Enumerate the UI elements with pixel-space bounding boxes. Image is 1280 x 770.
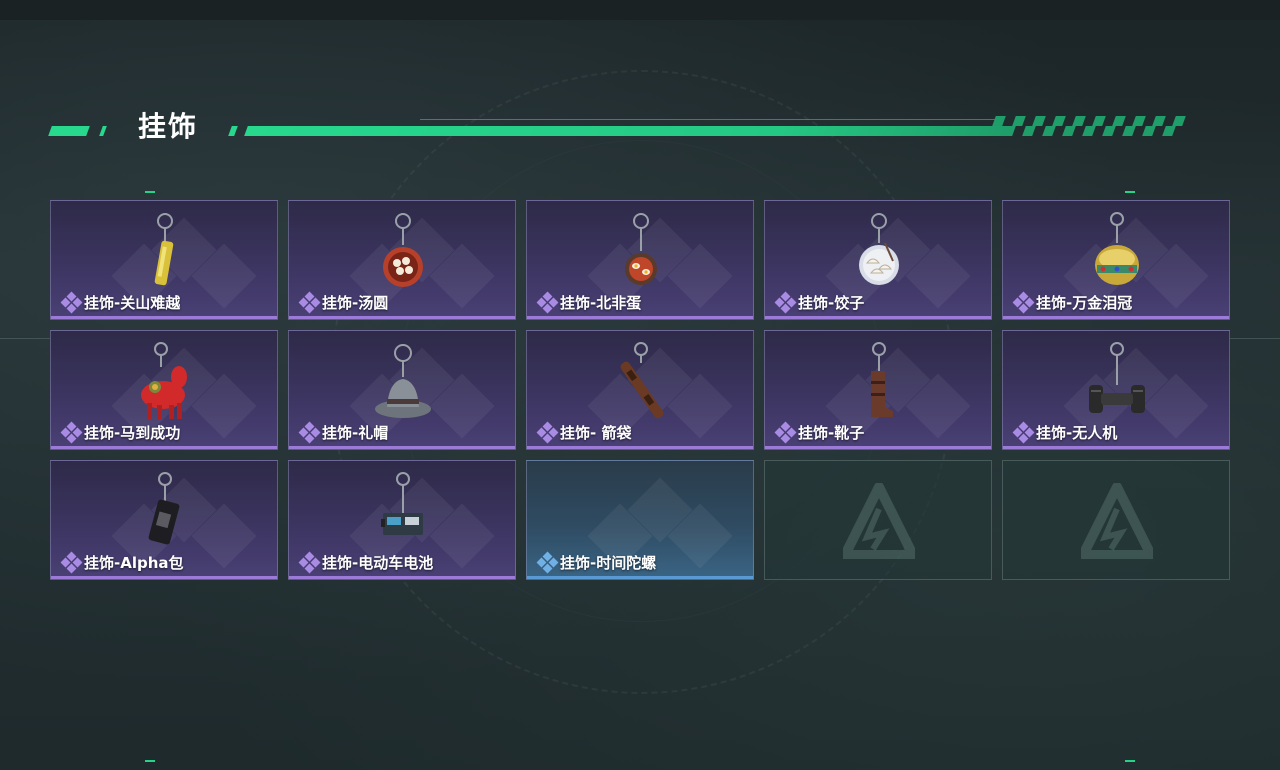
rarity-diamond-icon bbox=[298, 551, 321, 574]
header-accent-bar bbox=[99, 126, 107, 136]
rarity-diamond-icon bbox=[60, 291, 83, 314]
rarity-diamond-icon bbox=[1012, 291, 1035, 314]
rarity-diamond-icon bbox=[536, 421, 559, 444]
rarity-bar bbox=[765, 316, 991, 319]
header-thin-line bbox=[420, 119, 1000, 120]
top-bar bbox=[0, 0, 1280, 20]
rarity-diamond-icon bbox=[298, 291, 321, 314]
section-title: 挂饰 bbox=[138, 110, 199, 143]
charm-card[interactable]: 挂饰-靴子 bbox=[764, 330, 992, 450]
empty-slot[interactable] bbox=[764, 460, 992, 580]
charm-card[interactable]: 挂饰-马到成功 bbox=[50, 330, 278, 450]
rarity-diamond-icon bbox=[774, 421, 797, 444]
charm-name: 挂饰-时间陀螺 bbox=[560, 553, 657, 572]
charm-name: 挂饰-汤圆 bbox=[322, 293, 389, 312]
right-side-line bbox=[1230, 338, 1280, 339]
rarity-bar bbox=[289, 316, 515, 319]
charm-card[interactable]: 挂饰-时间陀螺 bbox=[526, 460, 754, 580]
rarity-diamond-icon bbox=[536, 291, 559, 314]
charm-name: 挂饰-Alpha包 bbox=[84, 553, 184, 572]
rarity-diamond-icon bbox=[774, 291, 797, 314]
charm-name: 挂饰-电动车电池 bbox=[322, 553, 434, 572]
charm-name: 挂饰-关山难越 bbox=[84, 293, 181, 312]
rarity-diamond-icon bbox=[536, 551, 559, 574]
rarity-bar bbox=[527, 576, 753, 579]
charm-name: 挂饰-北非蛋 bbox=[560, 293, 642, 312]
corner-tick bbox=[145, 760, 155, 762]
rarity-bar bbox=[51, 316, 277, 319]
charm-card[interactable]: 挂饰-无人机 bbox=[1002, 330, 1230, 450]
charm-name: 挂饰- 箭袋 bbox=[560, 423, 632, 442]
charm-grid: 挂饰-关山难越 挂饰-汤圆 挂饰-北非蛋 挂饰-饺子 挂饰-万金泪冠 挂饰-马到… bbox=[50, 200, 1230, 580]
rarity-bar bbox=[1003, 316, 1229, 319]
charm-card[interactable]: 挂饰- 箭袋 bbox=[526, 330, 754, 450]
rarity-diamond-icon bbox=[298, 421, 321, 444]
corner-tick bbox=[1125, 191, 1135, 193]
corner-tick bbox=[145, 191, 155, 193]
rarity-bar bbox=[527, 446, 753, 449]
rarity-bar bbox=[527, 316, 753, 319]
charm-name: 挂饰-礼帽 bbox=[322, 423, 389, 442]
rarity-diamond-icon bbox=[1012, 421, 1035, 444]
rarity-diamond-icon bbox=[60, 421, 83, 444]
header-accent-bar bbox=[48, 126, 90, 136]
rarity-bar bbox=[289, 576, 515, 579]
charm-card[interactable]: 挂饰-万金泪冠 bbox=[1002, 200, 1230, 320]
left-side-line bbox=[0, 338, 50, 339]
charm-card[interactable]: 挂饰-Alpha包 bbox=[50, 460, 278, 580]
delta-logo-icon bbox=[1081, 483, 1153, 559]
rarity-bar bbox=[1003, 446, 1229, 449]
charm-name: 挂饰-马到成功 bbox=[84, 423, 181, 442]
charm-name: 挂饰-靴子 bbox=[798, 423, 865, 442]
charm-card[interactable]: 挂饰-汤圆 bbox=[288, 200, 516, 320]
charm-card[interactable]: 挂饰-北非蛋 bbox=[526, 200, 754, 320]
charm-name: 挂饰-万金泪冠 bbox=[1036, 293, 1133, 312]
corner-tick bbox=[1125, 760, 1135, 762]
header-accent-bar bbox=[228, 126, 238, 136]
rarity-bar bbox=[51, 576, 277, 579]
empty-slot[interactable] bbox=[1002, 460, 1230, 580]
rarity-bar bbox=[765, 446, 991, 449]
charm-card[interactable]: 挂饰-礼帽 bbox=[288, 330, 516, 450]
rarity-bar bbox=[289, 446, 515, 449]
charm-card[interactable]: 挂饰-电动车电池 bbox=[288, 460, 516, 580]
charm-name: 挂饰-无人机 bbox=[1036, 423, 1118, 442]
header-checker-pattern bbox=[990, 116, 1200, 136]
charm-card[interactable]: 挂饰-饺子 bbox=[764, 200, 992, 320]
charm-card[interactable]: 挂饰-关山难越 bbox=[50, 200, 278, 320]
rarity-diamond-icon bbox=[60, 551, 83, 574]
charm-collection-page: 挂饰 挂饰-关山难越 挂饰-汤圆 挂饰-北非蛋 挂饰-饺子 挂饰-万金泪冠 挂饰… bbox=[0, 0, 1280, 770]
rarity-bar bbox=[51, 446, 277, 449]
header-progress-bar bbox=[244, 126, 1008, 136]
delta-logo-icon bbox=[843, 483, 915, 559]
charm-name: 挂饰-饺子 bbox=[798, 293, 865, 312]
